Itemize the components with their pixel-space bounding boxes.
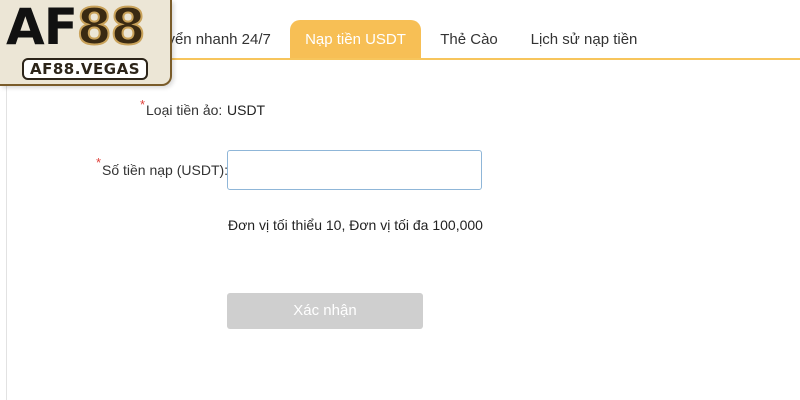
- af88-logo: AF88 AF88.VEGAS: [0, 0, 172, 86]
- logo-wordmark: AF88: [6, 0, 147, 57]
- logo-88-text: 88: [76, 0, 147, 57]
- amount-limit-hint: Đơn vị tối thiểu 10, Đơn vị tối đa 100,0…: [228, 217, 483, 233]
- confirm-button[interactable]: Xác nhận: [227, 293, 423, 329]
- amount-label: Số tiền nạp (USDT):: [102, 162, 229, 178]
- currency-label: Loại tiền ảo:: [146, 102, 223, 118]
- content-frame-border: [6, 58, 7, 400]
- required-star: *: [96, 155, 102, 170]
- tab-deposit-history[interactable]: Lịch sử nạp tiền: [522, 20, 646, 58]
- currency-value: USDT: [227, 102, 266, 118]
- tab-scratch-card[interactable]: Thẻ Cào: [430, 20, 508, 58]
- logo-af-text: AF: [6, 0, 78, 56]
- logo-domain-badge: AF88.VEGAS: [22, 58, 148, 80]
- tab-deposit-usdt[interactable]: Nạp tiền USDT: [290, 20, 421, 58]
- required-star: *: [140, 97, 146, 112]
- amount-input[interactable]: [227, 150, 482, 190]
